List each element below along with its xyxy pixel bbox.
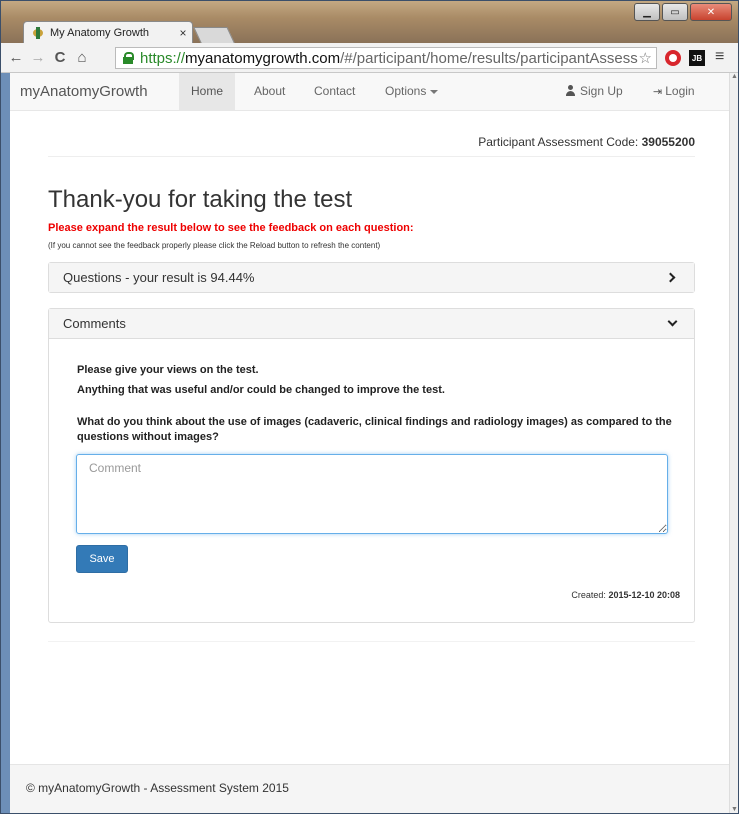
- page-viewport: myAnatomyGrowth Home About Contact Optio…: [10, 73, 729, 813]
- site-navbar: myAnatomyGrowth Home About Contact Optio…: [10, 73, 729, 111]
- home-icon[interactable]: ⌂: [73, 49, 91, 66]
- new-tab-button[interactable]: [193, 27, 235, 43]
- back-arrow-icon[interactable]: ←: [7, 49, 25, 66]
- url-host: myanatomygrowth.com: [185, 49, 341, 67]
- results-panel: Questions - your result is 94.44%: [48, 262, 695, 293]
- lock-icon: [122, 52, 134, 64]
- login-label: Login: [665, 84, 695, 98]
- comment-prompt-3: What do you think about the use of image…: [77, 416, 672, 443]
- reload-icon[interactable]: C: [51, 49, 69, 66]
- results-heading: Questions - your result is 94.44%: [63, 270, 255, 285]
- brand-link[interactable]: myAnatomyGrowth: [20, 83, 148, 100]
- results-panel-header[interactable]: Questions - your result is 94.44%: [49, 263, 694, 292]
- comment-prompt-1: Please give your views on the test.: [77, 364, 259, 376]
- feedback-instruction: Please expand the result below to see th…: [48, 222, 414, 234]
- chevron-down-icon: [667, 316, 678, 327]
- address-bar[interactable]: https://myanatomygrowth.com/#/participan…: [115, 47, 657, 69]
- tab-title: My Anatomy Growth: [50, 26, 150, 39]
- chevron-right-icon: [665, 272, 676, 283]
- scroll-down-icon[interactable]: ▼: [731, 806, 738, 813]
- comment-input[interactable]: [76, 454, 668, 534]
- login-icon: ⇥: [653, 86, 663, 98]
- divider: [48, 156, 695, 157]
- assessment-code-label: Participant Assessment Code:: [478, 135, 639, 149]
- created-timestamp: Created: 2015-12-10 20:08: [571, 590, 680, 600]
- nav-login[interactable]: ⇥ Login: [653, 84, 695, 98]
- url-path: /#/participant/home/results/participantA…: [340, 49, 638, 67]
- browser-toolbar: ← → C ⌂ https://myanatomygrowth.com/#/pa…: [1, 43, 738, 73]
- footer-text: © myAnatomyGrowth - Assessment System 20…: [26, 781, 289, 795]
- nav-about[interactable]: About: [254, 84, 285, 98]
- url-protocol: https://: [140, 49, 186, 67]
- scroll-up-icon[interactable]: ▲: [731, 73, 738, 80]
- minimize-button[interactable]: ▁: [634, 3, 660, 21]
- window-close-button[interactable]: ✕: [690, 3, 732, 21]
- assessment-code: Participant Assessment Code: 39055200: [48, 135, 695, 149]
- title-bar: My Anatomy Growth × ▁ ▭ ✕: [1, 1, 738, 43]
- jb-extension-icon[interactable]: JB: [689, 50, 705, 66]
- comments-panel: Comments Please give your views on the t…: [48, 308, 695, 623]
- comments-panel-header[interactable]: Comments: [49, 309, 694, 339]
- comments-heading: Comments: [63, 316, 126, 331]
- hamburger-menu-icon[interactable]: ≡: [715, 48, 724, 66]
- created-label: Created:: [571, 590, 606, 600]
- reload-note: (If you cannot see the feedback properly…: [48, 241, 381, 250]
- comments-panel-body: Please give your views on the test. Anyt…: [49, 339, 694, 622]
- assessment-code-value: 39055200: [641, 135, 695, 149]
- nav-options-label: Options: [385, 84, 427, 98]
- page-footer: © myAnatomyGrowth - Assessment System 20…: [10, 764, 729, 813]
- tab-close-icon[interactable]: ×: [174, 26, 192, 40]
- divider: [48, 641, 695, 642]
- comment-prompt-2: Anything that was useful and/or could be…: [77, 384, 445, 396]
- caret-down-icon: [430, 89, 439, 94]
- nav-contact[interactable]: Contact: [314, 84, 355, 98]
- favicon-icon: [32, 26, 44, 39]
- user-icon: [565, 85, 576, 96]
- sign-up-label: Sign Up: [580, 84, 623, 98]
- browser-window: My Anatomy Growth × ▁ ▭ ✕ ← → C ⌂ https:…: [0, 0, 739, 814]
- nav-home[interactable]: Home: [179, 73, 236, 111]
- window-controls: ▁ ▭ ✕: [634, 3, 732, 21]
- bookmark-star-icon[interactable]: ☆: [639, 49, 652, 67]
- created-value: 2015-12-10 20:08: [608, 590, 680, 600]
- page-scrollbar[interactable]: ▲ ▼: [729, 73, 738, 813]
- nav-sign-up[interactable]: Sign Up: [565, 84, 623, 98]
- browser-tab[interactable]: My Anatomy Growth ×: [23, 21, 193, 43]
- opera-extension-icon[interactable]: [665, 50, 681, 66]
- save-button[interactable]: Save: [76, 545, 128, 573]
- page-title: Thank-you for taking the test: [48, 186, 353, 213]
- maximize-button[interactable]: ▭: [662, 3, 688, 21]
- forward-arrow-icon[interactable]: →: [29, 49, 47, 66]
- nav-options[interactable]: Options: [385, 84, 439, 98]
